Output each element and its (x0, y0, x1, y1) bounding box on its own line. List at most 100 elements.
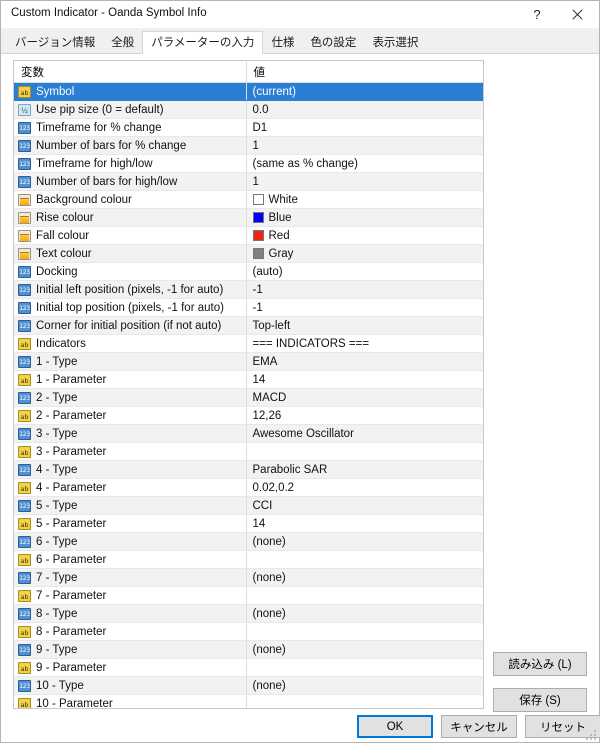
parameter-name-cell[interactable]: Rise colour (14, 208, 247, 227)
parameter-value-cell[interactable]: Gray (246, 244, 483, 263)
parameter-name-cell[interactable]: ab Symbol (14, 82, 247, 101)
tab-spec[interactable]: 仕様 (263, 32, 302, 54)
parameter-value-cell[interactable]: Parabolic SAR (246, 460, 483, 479)
parameter-name-cell[interactable]: ab 7 - Parameter (14, 586, 247, 605)
parameter-name-cell[interactable]: ½ Use pip size (0 = default) (14, 100, 247, 119)
parameter-name-cell[interactable]: 123 1 - Type (14, 352, 247, 371)
parameter-name-cell[interactable]: 123 Timeframe for high/low (14, 154, 247, 173)
parameter-name-cell[interactable]: ab 9 - Parameter (14, 658, 247, 677)
table-row[interactable]: ab Symbol (current) (14, 82, 483, 101)
tab-colour-settings[interactable]: 色の設定 (302, 32, 364, 54)
table-row[interactable]: ab 2 - Parameter 12,26 (14, 406, 483, 425)
table-row[interactable]: ab 10 - Parameter (14, 694, 483, 708)
table-row[interactable]: Rise colour Blue (14, 208, 483, 227)
table-row[interactable]: ab 6 - Parameter (14, 550, 483, 569)
cancel-button[interactable]: キャンセル (441, 715, 517, 738)
parameters-grid[interactable]: 変数 値 ab Symbol (current) ½ Use pip size (0 =… (13, 60, 484, 709)
parameter-name-cell[interactable]: 123 4 - Type (14, 460, 247, 479)
parameter-value-cell[interactable]: (auto) (246, 262, 483, 281)
parameter-value-cell[interactable]: 0.0 (246, 100, 483, 119)
parameter-name-cell[interactable]: ab 10 - Parameter (14, 694, 247, 708)
table-row[interactable]: ab 7 - Parameter (14, 586, 483, 605)
table-row[interactable]: 123 8 - Type (none) (14, 604, 483, 623)
parameter-name-cell[interactable]: ab 1 - Parameter (14, 370, 247, 389)
help-button[interactable]: ? (519, 1, 555, 27)
save-button[interactable]: 保存 (S) (493, 688, 587, 712)
table-row[interactable]: 123 3 - Type Awesome Oscillator (14, 424, 483, 443)
table-row[interactable]: ab 4 - Parameter 0.02,0.2 (14, 478, 483, 497)
parameter-value-cell[interactable]: D1 (246, 118, 483, 137)
parameter-value-cell[interactable]: === INDICATORS === (246, 334, 483, 353)
close-button[interactable] (559, 1, 595, 27)
table-row[interactable]: ab 1 - Parameter 14 (14, 370, 483, 389)
table-row[interactable]: Fall colour Red (14, 226, 483, 245)
table-row[interactable]: 123 Timeframe for high/low (same as % chan… (14, 154, 483, 173)
table-row[interactable]: 123 6 - Type (none) (14, 532, 483, 551)
parameter-name-cell[interactable]: 123 5 - Type (14, 496, 247, 515)
parameter-name-cell[interactable]: 123 Number of bars for % change (14, 136, 247, 155)
parameter-name-cell[interactable]: ab Indicators (14, 334, 247, 353)
parameter-name-cell[interactable]: 123 Timeframe for % change (14, 118, 247, 137)
table-row[interactable]: 123 Number of bars for % change 1 (14, 136, 483, 155)
table-row[interactable]: 123 Initial top position (pixels, -1 for … (14, 298, 483, 317)
parameter-value-cell[interactable]: White (246, 190, 483, 209)
table-row[interactable]: 123 Docking (auto) (14, 262, 483, 281)
parameter-value-cell[interactable]: -1 (246, 280, 483, 299)
parameter-value-cell[interactable]: (none) (246, 676, 483, 695)
parameter-name-cell[interactable]: 123 Initial left position (pixels, -1 for… (14, 280, 247, 299)
parameter-value-cell[interactable]: 0.02,0.2 (246, 478, 483, 497)
parameter-name-cell[interactable]: 123 Corner for initial position (if not a… (14, 316, 247, 335)
parameter-value-cell[interactable]: 14 (246, 514, 483, 533)
parameter-value-cell[interactable]: 1 (246, 172, 483, 191)
parameter-name-cell[interactable]: Background colour (14, 190, 247, 209)
table-row[interactable]: 123 9 - Type (none) (14, 640, 483, 659)
parameter-value-cell[interactable] (246, 694, 483, 708)
table-row[interactable]: 123 10 - Type (none) (14, 676, 483, 695)
parameter-name-cell[interactable]: 123 10 - Type (14, 676, 247, 695)
parameter-value-cell[interactable]: (none) (246, 532, 483, 551)
parameter-value-cell[interactable]: 12,26 (246, 406, 483, 425)
table-row[interactable]: 123 4 - Type Parabolic SAR (14, 460, 483, 479)
parameter-value-cell[interactable]: MACD (246, 388, 483, 407)
parameter-value-cell[interactable]: Blue (246, 208, 483, 227)
parameter-name-cell[interactable]: 123 7 - Type (14, 568, 247, 587)
table-row[interactable]: 123 5 - Type CCI (14, 496, 483, 515)
parameter-name-cell[interactable]: 123 Number of bars for high/low (14, 172, 247, 191)
parameter-name-cell[interactable]: Fall colour (14, 226, 247, 245)
table-row[interactable]: 123 Corner for initial position (if not a… (14, 316, 483, 335)
table-row[interactable]: 123 2 - Type MACD (14, 388, 483, 407)
table-row[interactable]: 123 Number of bars for high/low 1 (14, 172, 483, 191)
parameter-name-cell[interactable]: 123 Initial top position (pixels, -1 for … (14, 298, 247, 317)
parameter-name-cell[interactable]: 123 6 - Type (14, 532, 247, 551)
table-row[interactable]: ab Indicators === INDICATORS === (14, 334, 483, 353)
table-row[interactable]: ½ Use pip size (0 = default) 0.0 (14, 100, 483, 119)
table-row[interactable]: 123 7 - Type (none) (14, 568, 483, 587)
resize-grip-icon[interactable] (586, 730, 596, 740)
parameter-value-cell[interactable]: 1 (246, 136, 483, 155)
parameter-value-cell[interactable]: EMA (246, 352, 483, 371)
parameter-name-cell[interactable]: 123 8 - Type (14, 604, 247, 623)
parameter-name-cell[interactable]: ab 4 - Parameter (14, 478, 247, 497)
table-row[interactable]: ab 3 - Parameter (14, 442, 483, 461)
parameter-value-cell[interactable]: Top-left (246, 316, 483, 335)
parameter-name-cell[interactable]: ab 8 - Parameter (14, 622, 247, 641)
parameter-value-cell[interactable]: (same as % change) (246, 154, 483, 173)
table-row[interactable]: Text colour Gray (14, 244, 483, 263)
table-row[interactable]: ab 5 - Parameter 14 (14, 514, 483, 533)
parameter-value-cell[interactable]: (none) (246, 604, 483, 623)
tab-parameter-input[interactable]: パラメーターの入力 (142, 31, 264, 54)
table-row[interactable]: ab 8 - Parameter (14, 622, 483, 641)
parameter-name-cell[interactable]: ab 2 - Parameter (14, 406, 247, 425)
table-row[interactable]: ab 9 - Parameter (14, 658, 483, 677)
parameter-value-cell[interactable]: Red (246, 226, 483, 245)
parameter-value-cell[interactable]: (none) (246, 640, 483, 659)
parameter-name-cell[interactable]: ab 6 - Parameter (14, 550, 247, 569)
parameter-value-cell[interactable]: (none) (246, 568, 483, 587)
parameter-name-cell[interactable]: 123 Docking (14, 262, 247, 281)
parameter-value-cell[interactable]: -1 (246, 298, 483, 317)
parameter-name-cell[interactable]: 123 3 - Type (14, 424, 247, 443)
parameter-name-cell[interactable]: ab 5 - Parameter (14, 514, 247, 533)
parameter-value-cell[interactable]: (current) (246, 82, 483, 101)
tab-general[interactable]: 全般 (103, 32, 142, 54)
parameter-value-cell[interactable] (246, 658, 483, 677)
